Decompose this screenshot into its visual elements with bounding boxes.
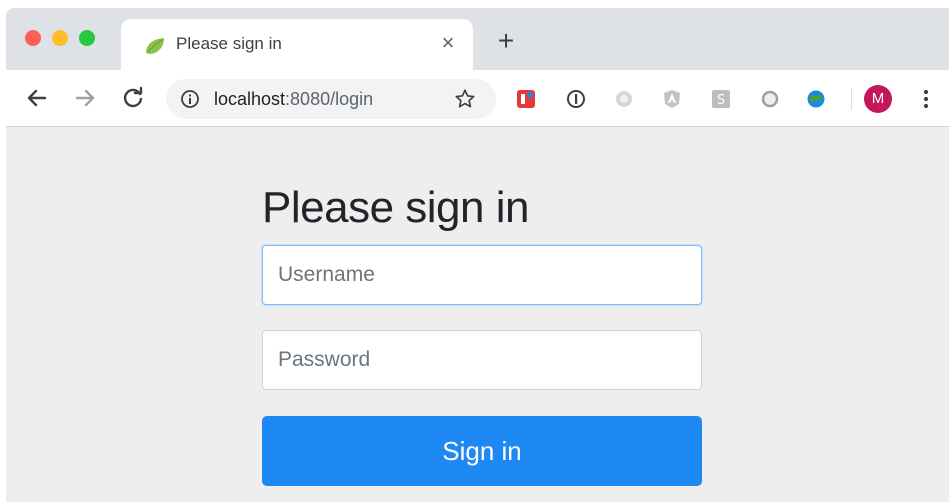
sign-in-button[interactable]: Sign in: [262, 416, 702, 486]
more-menu-icon[interactable]: [916, 87, 936, 111]
tab-please-sign-in[interactable]: Please sign in ×: [121, 19, 473, 70]
tab-strip: Please sign in × +: [6, 8, 949, 70]
onepassword-icon[interactable]: [566, 89, 586, 109]
s-extension-icon[interactable]: S: [711, 89, 731, 109]
password-input[interactable]: [262, 330, 702, 390]
spring-leaf-icon: [143, 36, 167, 56]
profile-avatar[interactable]: M: [864, 85, 892, 113]
url-text[interactable]: localhost:8080/login: [214, 89, 373, 110]
tab-close-button[interactable]: ×: [437, 32, 459, 54]
forward-icon[interactable]: [72, 85, 98, 111]
username-input[interactable]: [262, 245, 702, 305]
gray-circle-icon[interactable]: [760, 89, 780, 109]
page-content: Please sign in Sign in: [6, 127, 949, 502]
info-icon[interactable]: [180, 89, 200, 109]
page-title: Please sign in: [262, 183, 529, 232]
angular-icon[interactable]: [662, 89, 682, 109]
bookmark-star-icon[interactable]: [454, 88, 476, 110]
maximize-window-button[interactable]: [79, 30, 95, 46]
browser-toolbar: localhost:8080/login S M: [6, 70, 949, 127]
close-window-button[interactable]: [25, 30, 41, 46]
reload-icon[interactable]: [120, 85, 146, 111]
minimize-window-button[interactable]: [52, 30, 68, 46]
url-host: localhost: [214, 89, 286, 109]
globe-icon[interactable]: [806, 89, 826, 109]
new-tab-button[interactable]: +: [494, 27, 518, 55]
circle-extension-icon[interactable]: [614, 89, 634, 109]
red-extension-icon[interactable]: [516, 89, 536, 109]
browser-window: Please sign in × + localhost:8080/login …: [6, 8, 949, 502]
toolbar-divider: [851, 88, 852, 110]
tab-title: Please sign in: [176, 34, 282, 53]
address-bar[interactable]: localhost:8080/login: [166, 79, 496, 119]
svg-text:S: S: [717, 93, 725, 108]
url-path: :8080/login: [285, 89, 374, 109]
back-icon[interactable]: [24, 85, 50, 111]
